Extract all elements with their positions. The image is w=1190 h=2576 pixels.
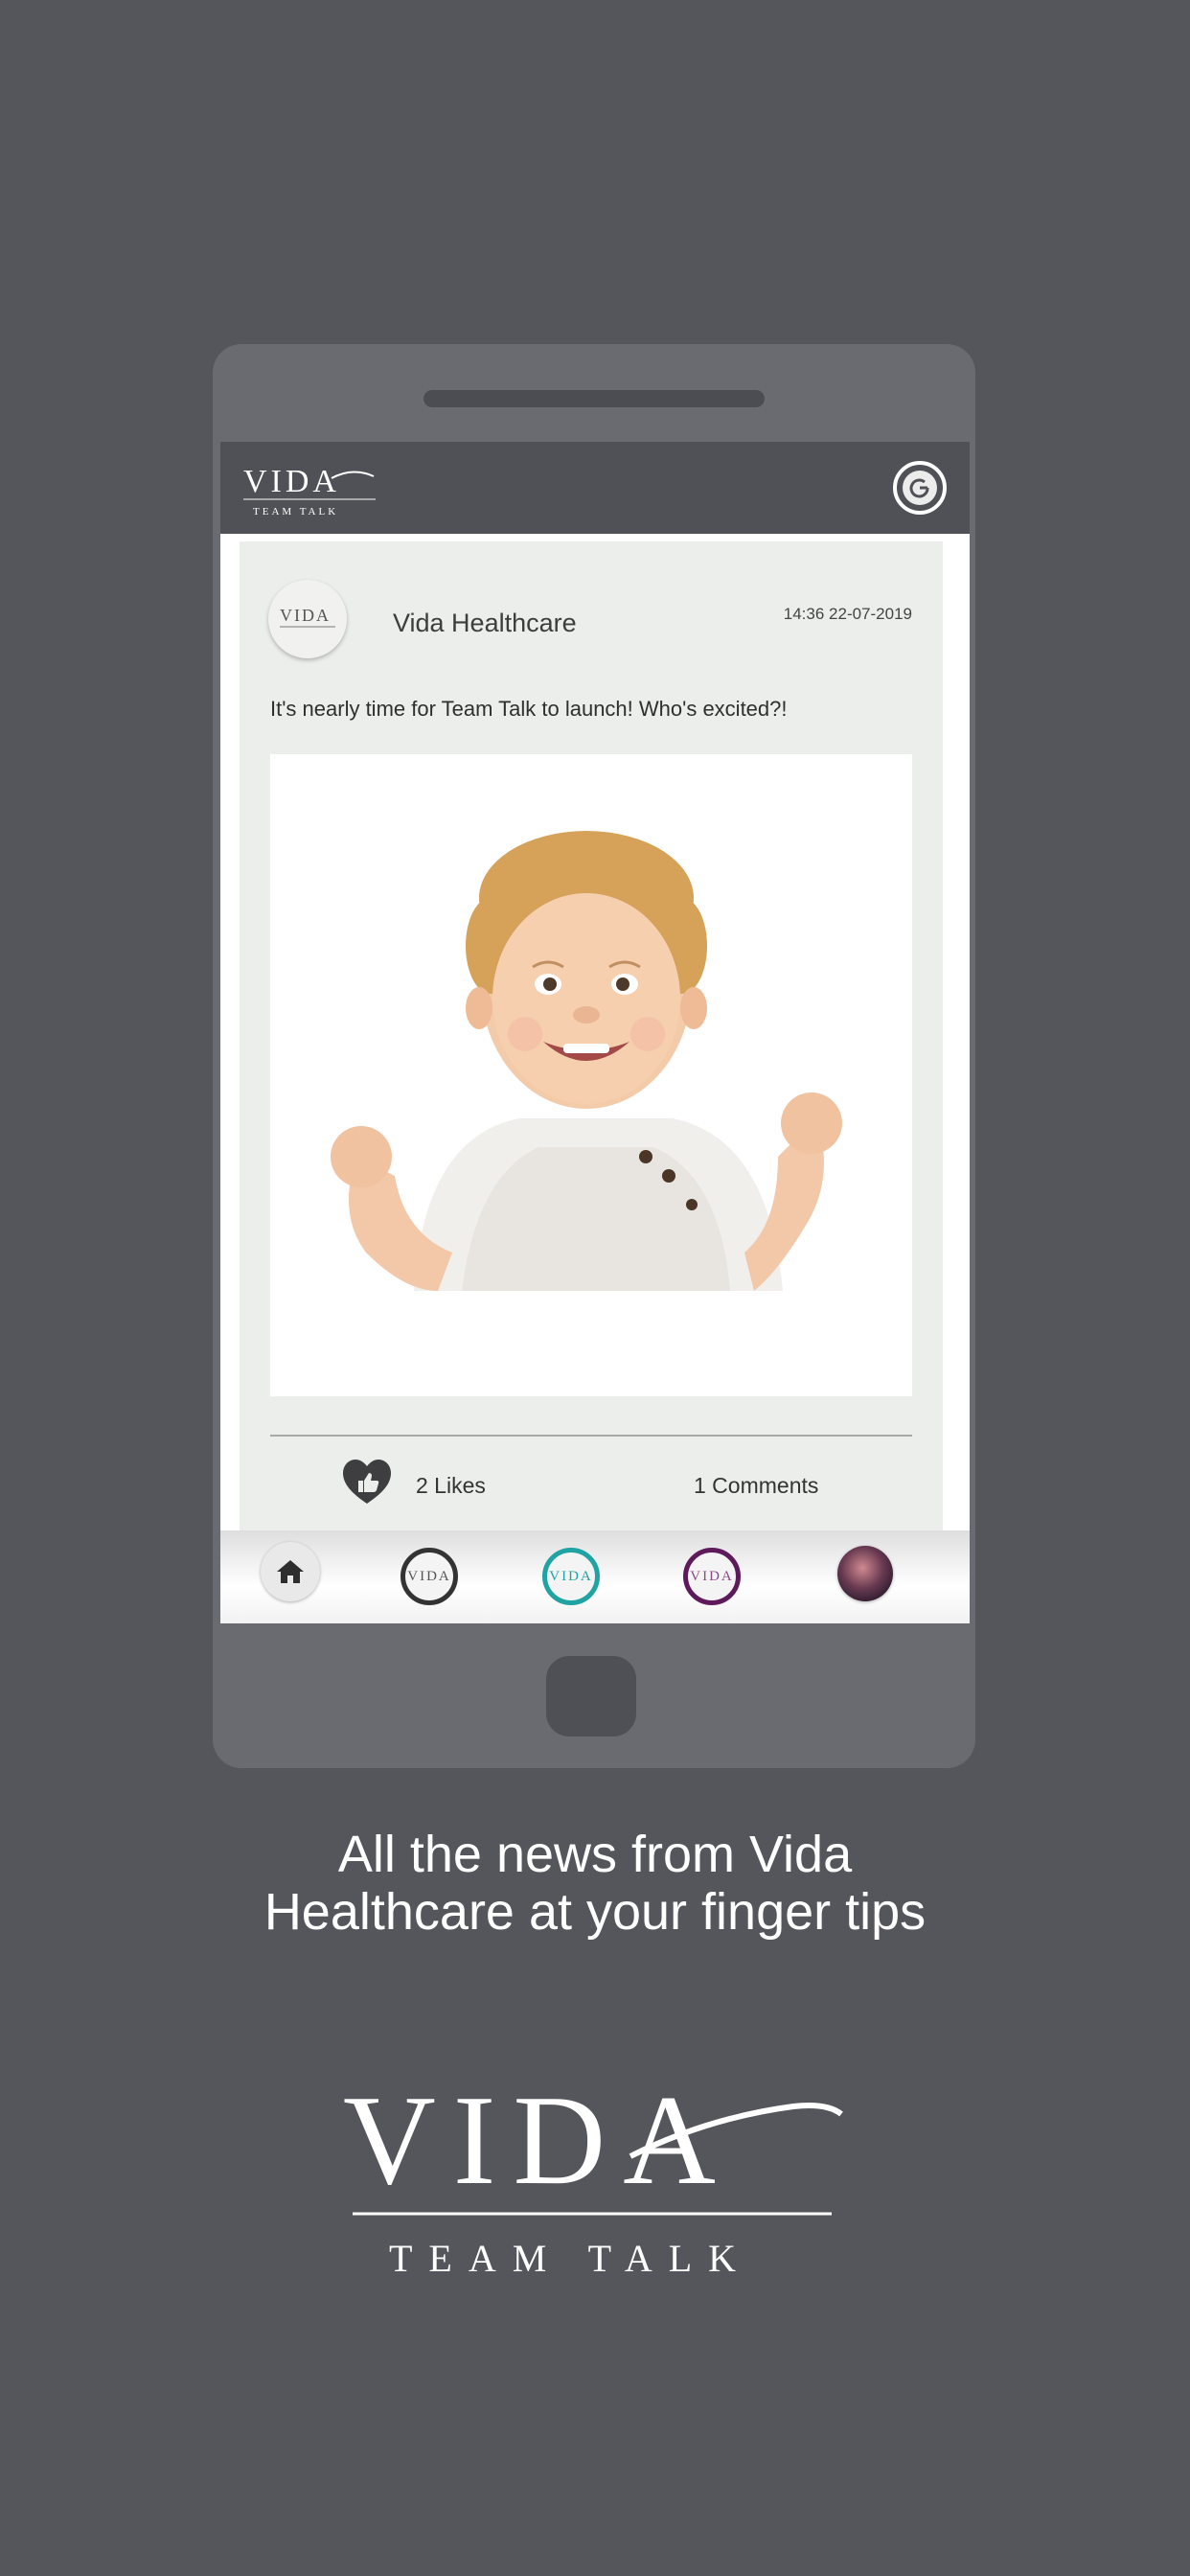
phone-mockup: VIDA TEAM TALK VIDA Vida Healthcare 14:3… — [213, 344, 975, 1768]
tagline-line-2: Healthcare at your finger tips — [263, 1883, 927, 1941]
promo-tagline: All the news from Vida Healthcare at you… — [0, 1826, 1190, 1941]
feed[interactable]: VIDA Vida Healthcare 14:36 22-07-2019 It… — [220, 534, 970, 1530]
nav-vida-healthcare[interactable]: VIDA — [400, 1548, 458, 1605]
svg-text:TEAM TALK: TEAM TALK — [389, 2237, 752, 2280]
baby-photo — [331, 831, 842, 1291]
author-avatar[interactable]: VIDA — [268, 580, 347, 658]
app-header: VIDA TEAM TALK — [220, 442, 970, 534]
phone-speaker — [423, 390, 765, 407]
post-card: VIDA Vida Healthcare 14:36 22-07-2019 It… — [240, 541, 943, 1530]
app-screen: VIDA TEAM TALK VIDA Vida Healthcare 14:3… — [220, 442, 970, 1623]
comments-count[interactable]: 1 Comments — [694, 1473, 818, 1499]
nav-vida-purple[interactable]: VIDA — [683, 1548, 741, 1605]
likes-count[interactable]: 2 Likes — [416, 1473, 486, 1499]
svg-text:TEAM TALK: TEAM TALK — [253, 506, 338, 518]
nav-profile-avatar[interactable] — [837, 1546, 893, 1601]
post-text: It's nearly time for Team Talk to launch… — [270, 697, 788, 721]
post-divider — [270, 1435, 912, 1437]
vida-team-talk-logo: VIDA TEAM TALK — [343, 2069, 843, 2280]
svg-text:VIDA: VIDA — [343, 2069, 733, 2211]
heart-like-icon[interactable] — [343, 1460, 391, 1506]
power-icon — [903, 471, 937, 505]
phone-home-button — [546, 1656, 636, 1736]
home-icon — [277, 1560, 304, 1583]
logout-button[interactable] — [893, 461, 947, 515]
nav-vida-teal[interactable]: VIDA — [542, 1548, 600, 1605]
bottom-navigation: VIDA VIDA VIDA — [220, 1530, 970, 1623]
app-logo[interactable]: VIDA TEAM TALK — [240, 455, 381, 520]
svg-text:VIDA: VIDA — [243, 464, 340, 499]
tagline-line-1: All the news from Vida — [337, 1826, 853, 1883]
author-name[interactable]: Vida Healthcare — [393, 609, 577, 638]
post-image[interactable] — [270, 754, 912, 1396]
svg-text:VIDA: VIDA — [280, 606, 331, 625]
nav-home-button[interactable] — [261, 1542, 320, 1601]
post-timestamp: 14:36 22-07-2019 — [783, 605, 912, 623]
